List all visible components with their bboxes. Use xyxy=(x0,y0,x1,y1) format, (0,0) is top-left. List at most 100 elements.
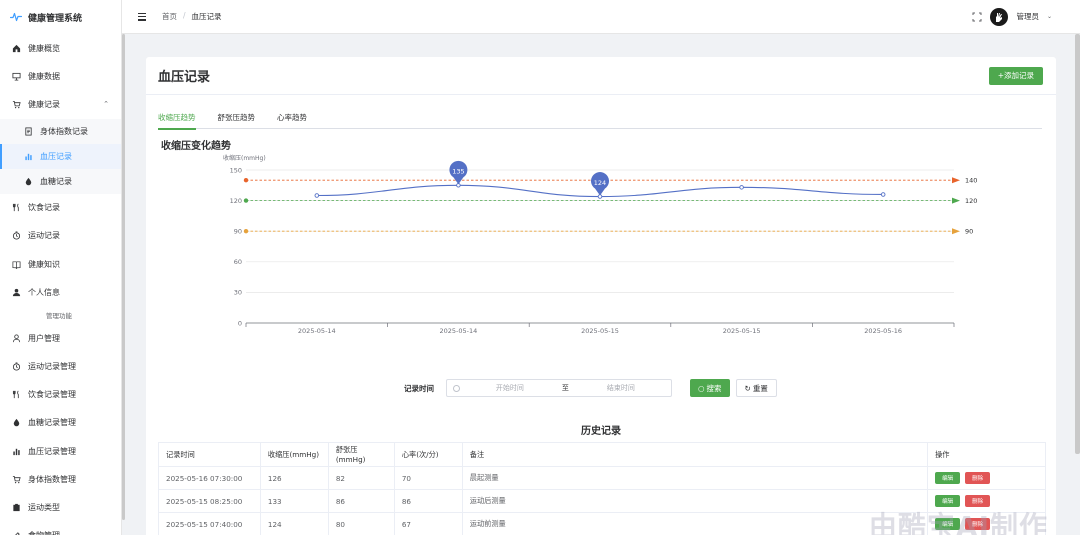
chevron-down-icon[interactable]: ⌄ xyxy=(1047,13,1052,20)
table-cell: 70 xyxy=(393,466,463,490)
clipboard-icon xyxy=(12,503,21,512)
end-time-input[interactable]: 结束时间 xyxy=(577,383,665,393)
menu-item-label: 运动记录管理 xyxy=(28,362,76,372)
table-cell: 133 xyxy=(259,489,329,513)
history-title: 历史记录 xyxy=(581,426,621,437)
menu-item[interactable]: 健康概览 xyxy=(0,34,121,62)
table-cell: 82 xyxy=(327,466,395,490)
menu-item[interactable]: 用户管理 xyxy=(0,324,121,352)
data-point xyxy=(739,185,744,190)
submenu-item[interactable]: 血压记录 xyxy=(0,143,121,169)
user-name[interactable]: 管理员 xyxy=(1016,11,1039,22)
table-cell: 2025-05-15 08:25:00 xyxy=(158,489,261,513)
menu-item[interactable]: 健康数据 xyxy=(0,62,121,90)
menu-item[interactable]: 饮食记录 xyxy=(0,194,121,222)
menu-item-label: 血糖记录 xyxy=(40,176,72,186)
search-icon: ○ xyxy=(698,383,705,393)
menu-item-label: 健康记录 xyxy=(28,99,60,109)
menu-item[interactable]: 健康知识 xyxy=(0,250,121,278)
menu-item[interactable]: 个人信息 xyxy=(0,278,121,306)
menu-item-label: 食物管理 xyxy=(28,530,60,535)
breadcrumb: 首页 / 血压记录 xyxy=(162,11,222,22)
systolic-chart: 收缩压(mmHg) 0 30 60 90 120 150 2025-05-14 2025-05-… xyxy=(223,154,977,335)
watermark: 由酷宝AI制作 xyxy=(868,510,1048,535)
search-button[interactable]: ○ 搜索 xyxy=(690,379,730,397)
start-time-input[interactable]: 开始时间 xyxy=(466,383,554,393)
menu-item-label: 身体指数管理 xyxy=(28,474,76,484)
table-cell-actions: 编辑 删除 xyxy=(927,466,1046,490)
sidebar-scrollbar[interactable] xyxy=(122,34,125,520)
menu-item[interactable]: 饮食记录管理 xyxy=(0,381,121,409)
submenu-item[interactable]: 身体指数记录 xyxy=(0,118,121,144)
menu-item[interactable]: 健康记录 ⌃ xyxy=(0,90,121,118)
topbar: 首页 / 血压记录 管理员 ⌄ xyxy=(122,0,1080,34)
menu-item[interactable]: 运动记录 xyxy=(0,222,121,250)
drop-icon xyxy=(24,177,33,186)
column-header: 舒张压(mmHg) xyxy=(327,442,395,467)
y-tick-label: 0 xyxy=(238,319,242,327)
reset-button[interactable]: ↻ 重置 xyxy=(735,379,777,397)
menu-item[interactable]: 运动记录管理 xyxy=(0,353,121,381)
table-cell: 2025-05-16 07:30:00 xyxy=(158,466,261,490)
y-tick-label: 60 xyxy=(234,258,242,266)
submenu-item[interactable]: 血糖记录 xyxy=(0,168,121,194)
monitor-icon xyxy=(12,72,21,81)
menu-item-label: 运动记录 xyxy=(28,231,60,241)
table-row: 2025-05-16 07:30:00 126 82 70 晨起测量 编辑 删除 xyxy=(158,466,1046,490)
chevron-up-icon[interactable]: ⌃ xyxy=(103,100,109,108)
y-tick-label: 120 xyxy=(230,197,242,205)
menu-item[interactable]: 运动类型 xyxy=(0,493,121,521)
menu-item[interactable]: 食物管理 xyxy=(0,522,121,535)
table-cell: 124 xyxy=(259,512,329,535)
column-header: 心率(次/分) xyxy=(393,442,463,467)
data-point xyxy=(880,192,886,197)
reference-line-start xyxy=(243,178,249,183)
page-scrollbar[interactable] xyxy=(1075,34,1080,454)
bar-chart-icon xyxy=(12,447,21,456)
delete-button[interactable]: 删除 xyxy=(965,472,991,484)
edit-icon xyxy=(12,531,21,535)
menu-item-label: 运动类型 xyxy=(28,503,60,513)
menu-item-label: 血糖记录管理 xyxy=(28,418,76,428)
table-cell: 晨起测量 xyxy=(461,466,929,490)
reference-line-label: 120 xyxy=(965,197,977,205)
cart-icon xyxy=(12,475,21,484)
main-card: 血压记录 +添加记录 收缩压趋势 舒张压趋势 心率趋势 收缩压变化趋势 收缩压(… xyxy=(146,57,1056,535)
app-title: 健康管理系统 xyxy=(28,13,83,24)
menu-item-label: 血压记录 xyxy=(40,151,72,161)
reference-line-start xyxy=(243,229,249,234)
hand-icon xyxy=(996,12,1003,22)
menu-item-label: 用户管理 xyxy=(28,333,60,343)
x-tick-label: 2025-05-16 xyxy=(864,327,902,335)
table-header-row: 记录时间 收缩压(mmHg) 舒张压(mmHg) 心率(次/分) 备注 操作 xyxy=(158,442,1046,467)
y-axis-label: 收缩压(mmHg) xyxy=(223,154,266,162)
avatar[interactable] xyxy=(990,7,1009,26)
home-icon xyxy=(12,44,21,53)
y-tick-label: 30 xyxy=(234,289,242,297)
edit-button[interactable]: 编辑 xyxy=(935,472,961,484)
reference-line-arrow xyxy=(952,228,960,235)
search-button-label: 搜索 xyxy=(706,383,722,393)
date-range-picker[interactable]: 开始时间 至 结束时间 xyxy=(446,379,672,397)
cart-icon xyxy=(12,100,21,109)
menu-item-label: 个人信息 xyxy=(28,287,60,297)
timer-icon xyxy=(12,231,21,240)
x-tick-label: 2025-05-14 xyxy=(440,327,478,335)
menu-item[interactable]: 血糖记录管理 xyxy=(0,409,121,437)
heartbeat-icon xyxy=(10,12,22,22)
brand[interactable]: 健康管理系统 xyxy=(0,0,121,34)
column-header: 记录时间 xyxy=(158,442,261,467)
menu-item-label: 健康数据 xyxy=(28,71,60,81)
menu-toggle-icon[interactable] xyxy=(138,12,146,21)
user-icon xyxy=(12,288,21,297)
x-tick-label: 2025-05-15 xyxy=(581,327,619,335)
y-tick-label: 150 xyxy=(230,166,242,174)
reference-line-arrow xyxy=(952,177,960,184)
menu-item[interactable]: 身体指数管理 xyxy=(0,465,121,493)
column-header: 操作 xyxy=(927,442,1046,467)
fullscreen-icon[interactable] xyxy=(972,12,982,22)
book-icon xyxy=(12,260,21,269)
table-cell: 126 xyxy=(259,466,329,490)
menu-item[interactable]: 血压记录管理 xyxy=(0,437,121,465)
breadcrumb-home[interactable]: 首页 xyxy=(162,11,177,22)
